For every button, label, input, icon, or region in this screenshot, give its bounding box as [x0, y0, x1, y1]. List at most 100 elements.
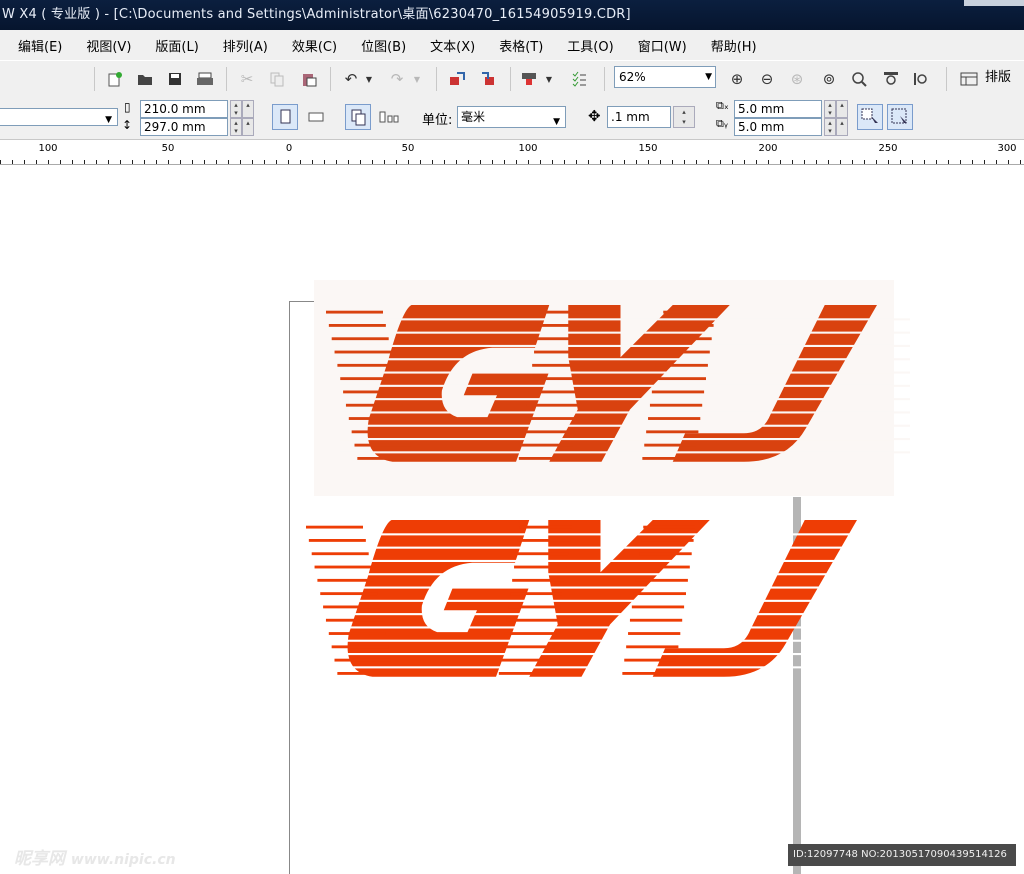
logo-stripe-tail [343, 390, 401, 394]
logo-stripe-tail [504, 632, 557, 635]
watermark-url: www.nipic.cn [70, 852, 176, 868]
logo-stripe-tail [648, 417, 701, 420]
logo-stripe-tail [337, 363, 395, 367]
logo-stripe-gap [340, 438, 910, 441]
logo-stripe-tail [659, 337, 712, 341]
logo-stripe-tail [311, 552, 369, 556]
logo-stripe-tail [515, 552, 569, 556]
logo-stripe-gap [340, 344, 910, 347]
logo-stripe-tail [528, 390, 581, 394]
logo-stripe-gap [320, 639, 890, 642]
logo-stripe-tail [314, 565, 372, 569]
logo-stripe-tail [631, 605, 685, 609]
logo-stripe-tail [334, 350, 392, 354]
logo-stripe-tail [633, 592, 686, 596]
watermark-brand-name: 昵享网 [14, 849, 65, 869]
gyj-logo-artwork[interactable] [0, 0, 1024, 874]
watermark-brand: 昵享网 www.nipic.cn [14, 844, 176, 869]
logo-stripe-gap [320, 559, 890, 562]
logo-stripe-tail [537, 324, 591, 327]
logo-stripe-gap [340, 411, 910, 414]
logo-stripe-gap [340, 398, 910, 401]
logo-stripe-tail [624, 658, 677, 662]
logo-stripe-gap [340, 331, 910, 334]
image-id-bar: ID:12097748 NO:20130517090439514126 [788, 844, 1016, 866]
logo-stripe-tail [325, 618, 383, 622]
logo-stripe-tail [510, 592, 563, 596]
logo-stripe-tail [524, 417, 577, 420]
logo-stripe-tail [649, 403, 703, 407]
logo-stripe-tail [646, 430, 699, 434]
logo-stripe-tail [340, 377, 398, 381]
logo-stripe-tail [518, 457, 572, 460]
logo-stripe-tail [639, 552, 692, 556]
logo-stripe-tail [642, 457, 695, 460]
logo-stripe-tail [317, 578, 375, 582]
logo-stripe-tail [326, 310, 383, 314]
logo-stripe-tail [644, 443, 697, 447]
logo-stripe-tail [532, 363, 585, 367]
logo-stripe-gap [320, 666, 890, 669]
logo-stripe-tail [622, 672, 675, 675]
logo-stripe-gap [320, 613, 890, 616]
logo-stripe-tail [334, 658, 392, 662]
logo-stripe-tail [629, 618, 683, 622]
logo-stripe-tail [345, 403, 403, 407]
logo-stripe-tail [354, 443, 412, 447]
logo-stripe-tail [651, 390, 705, 394]
logo-stripe-tail [337, 672, 395, 675]
logo-stripe-tail [530, 377, 583, 381]
logo-stripe-gap [340, 451, 910, 454]
logo-stripe-gap [340, 318, 910, 321]
logo-stripe-gap [320, 586, 890, 589]
logo-stripe-gap [320, 573, 890, 576]
logo-stripe-tail [306, 525, 363, 529]
logo-stripe-tail [526, 403, 579, 407]
logo-stripe-tail [514, 565, 567, 569]
logo-stripe-tail [539, 310, 592, 314]
logo-stripe-tail [357, 457, 415, 460]
logo-stripe-tail [637, 565, 690, 569]
gyj-logo-traced[interactable] [306, 520, 890, 677]
logo-stripe-tail [502, 645, 555, 649]
logo-stripe-tail [655, 363, 708, 367]
logo-stripe-tail [522, 430, 575, 434]
logo-stripe-tail [328, 632, 386, 635]
logo-stripe-tail [320, 592, 378, 596]
logo-stripe-tail [628, 632, 681, 635]
logo-stripe-gap [320, 599, 890, 602]
logo-stripe-gap [340, 371, 910, 374]
logo-stripe-tail [520, 443, 573, 447]
logo-stripe-tail [351, 430, 409, 434]
logo-stripe-tail [643, 525, 696, 529]
logo-stripe-tail [323, 605, 381, 609]
logo-stripe-tail [657, 350, 710, 354]
logo-stripe-tail [517, 539, 571, 542]
logo-stripe-tail [534, 350, 587, 354]
logo-stripe-tail [519, 525, 572, 529]
logo-stripe-tail [308, 539, 366, 542]
logo-stripe-tail [328, 324, 386, 327]
logo-stripe-tail [331, 337, 389, 341]
logo-stripe-gap [340, 358, 910, 361]
logo-stripe-tail [508, 605, 561, 609]
logo-stripe-tail [331, 645, 389, 649]
logo-stripe-tail [500, 658, 553, 662]
logo-stripe-tail [661, 324, 714, 327]
logo-stripe-gap [320, 533, 890, 536]
logo-stripe-tail [626, 645, 679, 649]
gyj-logo-original[interactable] [326, 305, 910, 462]
logo-stripe-gap [340, 384, 910, 387]
logo-stripe-tail [663, 310, 716, 314]
logo-stripe-gap [340, 424, 910, 427]
logo-stripe-gap [320, 546, 890, 549]
logo-stripe-gap [320, 626, 890, 629]
logo-stripe-tail [498, 672, 552, 675]
logo-stripe-gap [320, 653, 890, 656]
logo-stripe-tail [348, 417, 406, 420]
logo-stripe-tail [535, 337, 589, 341]
logo-stripe-tail [653, 377, 706, 381]
logo-stripe-tail [635, 578, 688, 582]
logo-stripe-tail [512, 578, 565, 582]
logo-stripe-tail [506, 618, 559, 622]
